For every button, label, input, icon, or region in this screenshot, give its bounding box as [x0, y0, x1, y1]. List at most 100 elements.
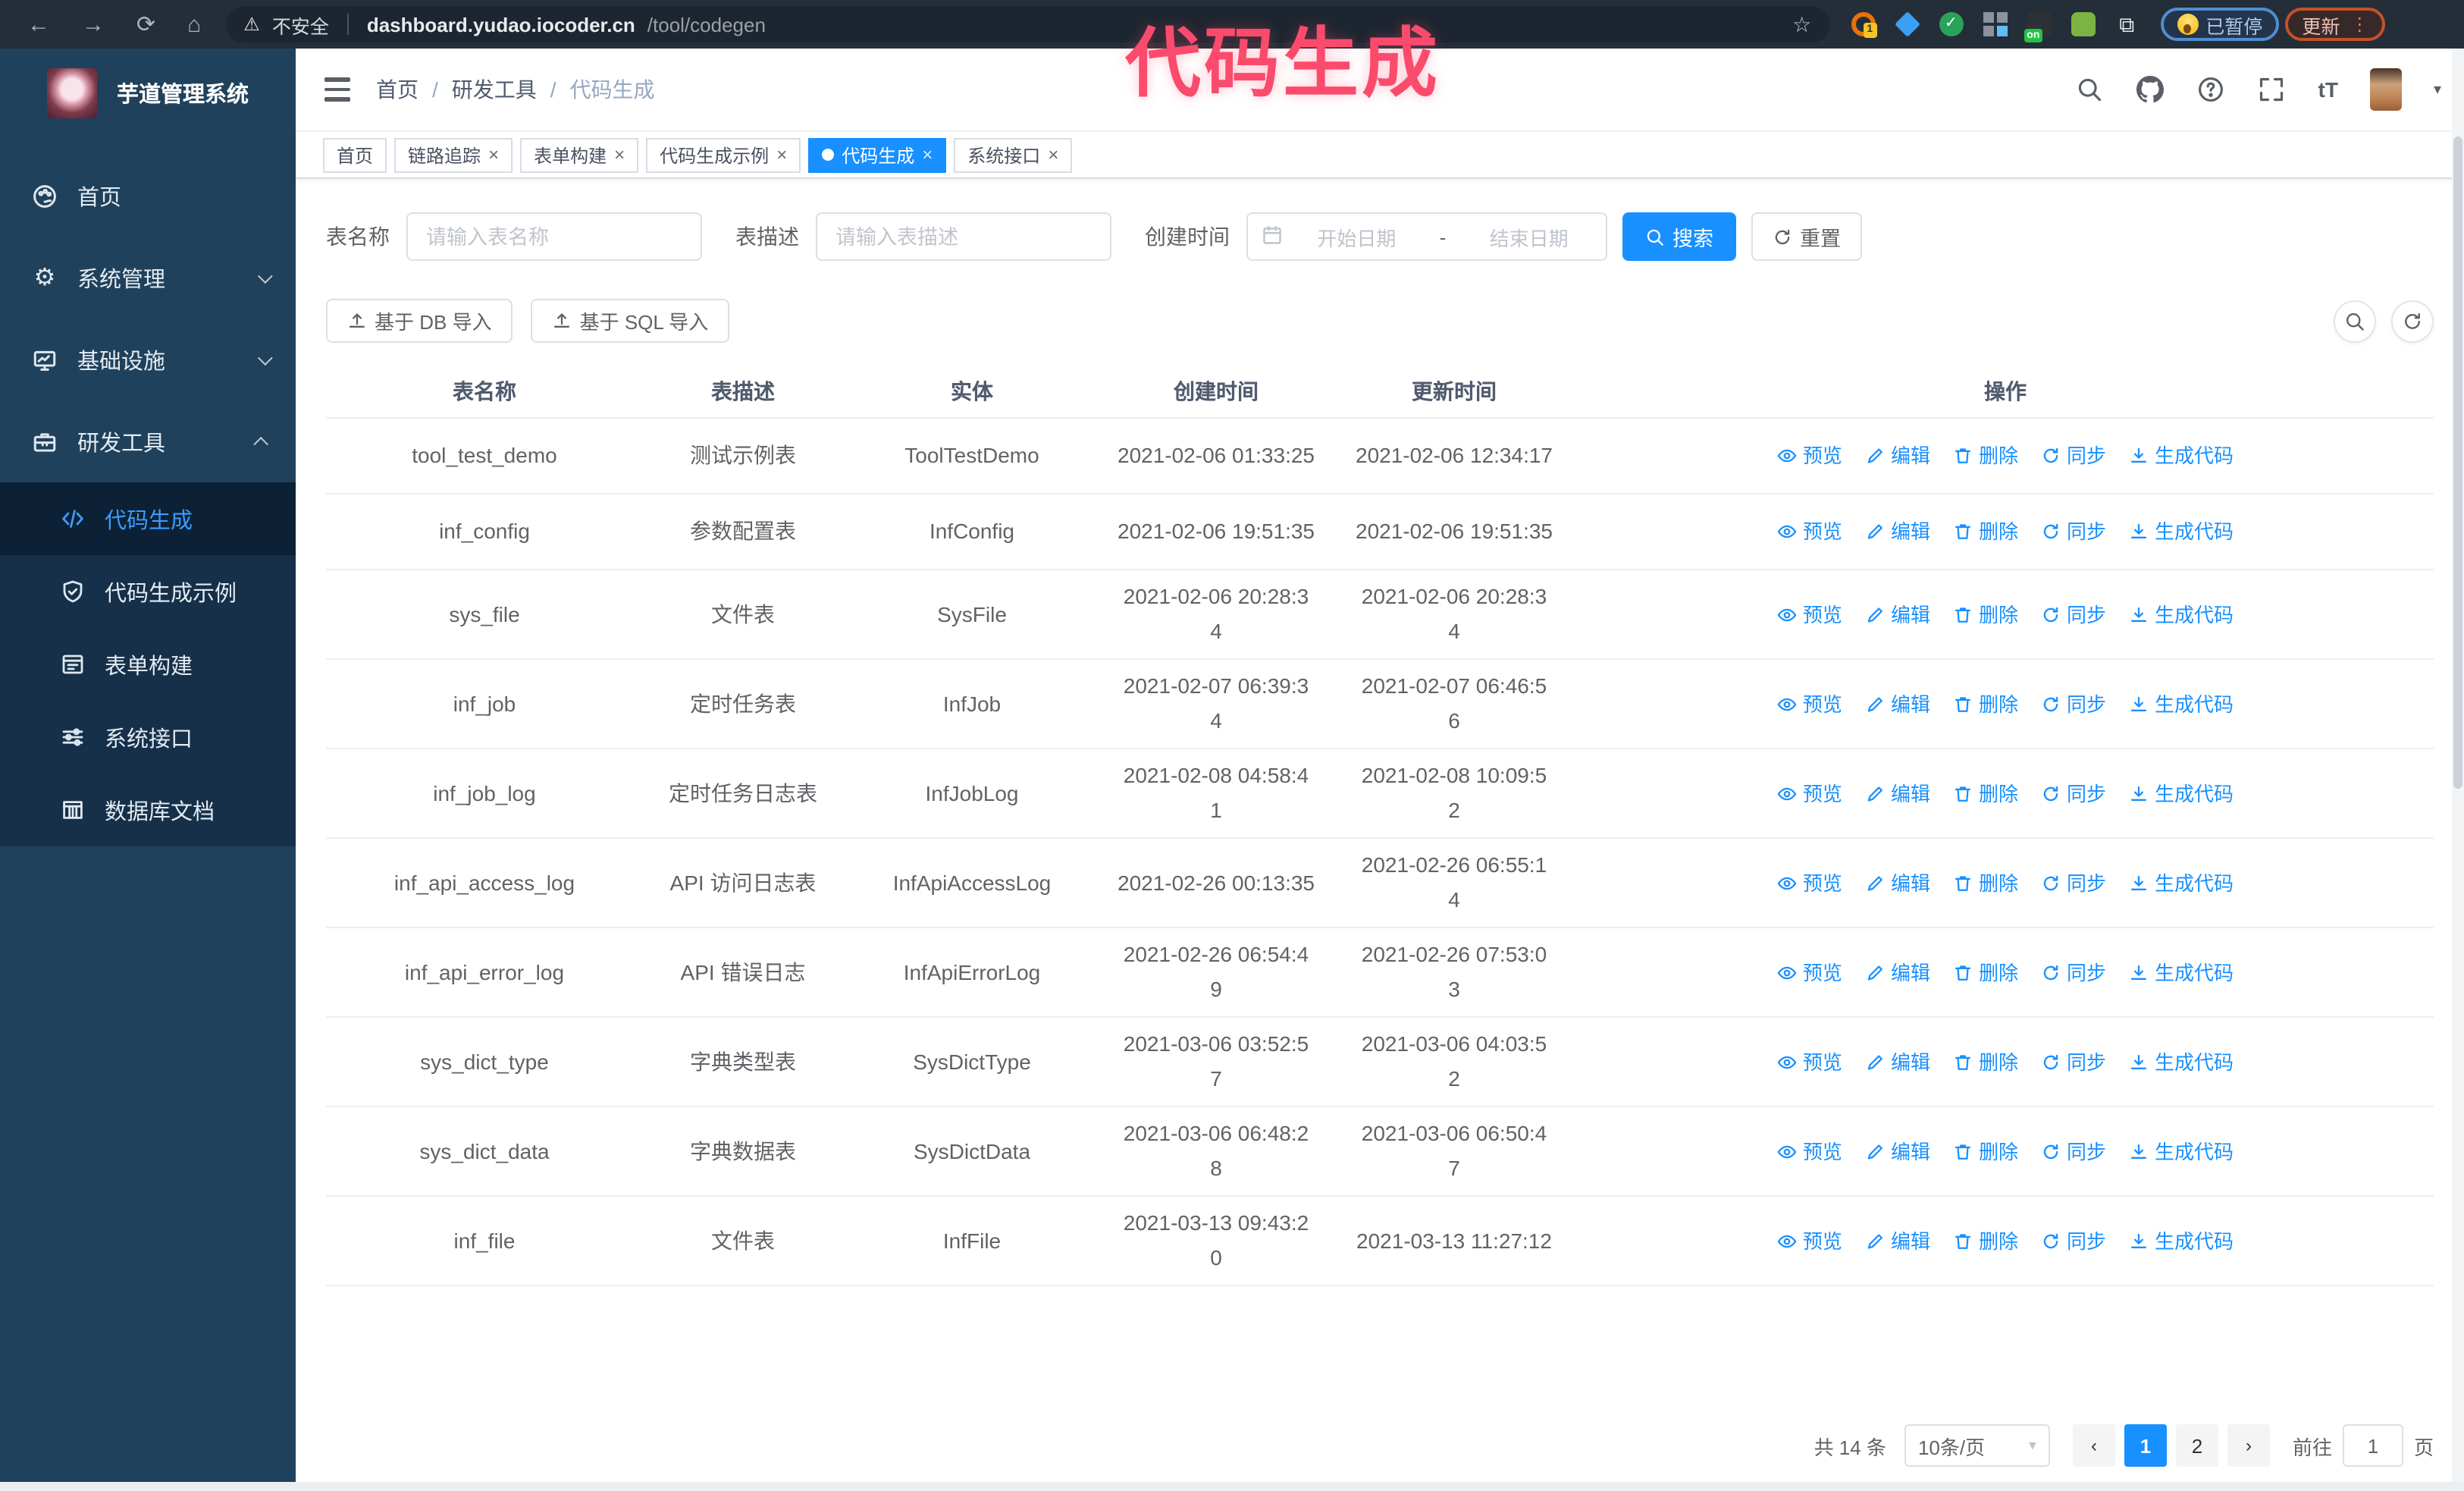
preview-link[interactable]: 预览 [1777, 1044, 1842, 1079]
edit-link[interactable]: 编辑 [1865, 1134, 1930, 1169]
delete-link[interactable]: 删除 [1953, 438, 2018, 473]
tab-close-icon[interactable]: × [488, 146, 499, 164]
fullscreen-icon[interactable] [2258, 75, 2287, 104]
delete-link[interactable]: 删除 [1953, 955, 2018, 990]
sidebar-item-codegen-example[interactable]: 代码生成示例 [0, 555, 296, 628]
preview-link[interactable]: 预览 [1777, 438, 1842, 473]
sync-link[interactable]: 同步 [2041, 776, 2106, 811]
edit-link[interactable]: 编辑 [1865, 686, 1930, 721]
extension-bot-icon[interactable] [2071, 12, 2096, 36]
tab-codegen[interactable]: 代码生成 × [808, 137, 947, 172]
date-range-picker[interactable]: 开始日期 - 结束日期 [1246, 212, 1607, 261]
generate-code-link[interactable]: 生成代码 [2129, 1044, 2234, 1079]
next-page-button[interactable]: › [2227, 1424, 2270, 1467]
edit-link[interactable]: 编辑 [1865, 955, 1930, 990]
extension-on-icon[interactable]: on [2024, 12, 2052, 42]
sidebar-item-devtools[interactable]: 研发工具 [0, 400, 296, 482]
prev-page-button[interactable]: ‹ [2072, 1424, 2115, 1467]
preview-link[interactable]: 预览 [1777, 1134, 1842, 1169]
delete-link[interactable]: 删除 [1953, 776, 2018, 811]
generate-code-link[interactable]: 生成代码 [2129, 438, 2234, 473]
edit-link[interactable]: 编辑 [1865, 776, 1930, 811]
back-icon[interactable]: ← [27, 13, 50, 36]
breadcrumb-home[interactable]: 首页 [376, 74, 419, 105]
sidebar-item-system[interactable]: ⚙ 系统管理 [0, 237, 296, 319]
page-button-1[interactable]: 1 [2124, 1424, 2167, 1467]
extension-diamond-icon[interactable] [1894, 11, 1920, 37]
tab-close-icon[interactable]: × [776, 146, 787, 164]
sync-link[interactable]: 同步 [2041, 1223, 2106, 1258]
preview-link[interactable]: 预览 [1777, 514, 1842, 549]
edit-link[interactable]: 编辑 [1865, 438, 1930, 473]
preview-link[interactable]: 预览 [1777, 1223, 1842, 1258]
import-db-button[interactable]: 基于 DB 导入 [326, 299, 513, 343]
delete-link[interactable]: 删除 [1953, 1134, 2018, 1169]
sync-link[interactable]: 同步 [2041, 597, 2106, 632]
reset-button[interactable]: 重置 [1751, 212, 1862, 261]
vertical-scrollbar[interactable] [2452, 49, 2464, 1482]
github-icon[interactable] [2136, 75, 2165, 104]
generate-code-link[interactable]: 生成代码 [2129, 514, 2234, 549]
tab-codegen-example[interactable]: 代码生成示例 × [646, 137, 801, 172]
help-icon[interactable] [2197, 75, 2226, 104]
sidebar-item-codegen[interactable]: 代码生成 [0, 482, 296, 555]
import-sql-button[interactable]: 基于 SQL 导入 [531, 299, 730, 343]
extension-orange-icon[interactable]: 1 [1851, 12, 1877, 38]
tab-close-icon[interactable]: × [1048, 146, 1058, 164]
tab-trace[interactable]: 链路追踪 × [394, 137, 513, 172]
bookmark-star-icon[interactable]: ☆ [1792, 11, 1811, 37]
font-size-icon[interactable]: tT [2318, 77, 2338, 102]
generate-code-link[interactable]: 生成代码 [2129, 865, 2234, 900]
preview-link[interactable]: 预览 [1777, 597, 1842, 632]
tab-close-icon[interactable]: × [922, 146, 933, 164]
sidebar-item-system-api[interactable]: 系统接口 [0, 701, 296, 774]
browser-menu-dots-icon[interactable]: ⋮ [2350, 14, 2368, 35]
user-avatar[interactable] [2369, 68, 2402, 111]
tab-form-builder[interactable]: 表单构建 × [520, 137, 639, 172]
search-button[interactable]: 搜索 [1622, 212, 1736, 261]
preview-link[interactable]: 预览 [1777, 686, 1842, 721]
sidebar-item-home[interactable]: 首页 [0, 155, 296, 237]
sync-link[interactable]: 同步 [2041, 1134, 2106, 1169]
generate-code-link[interactable]: 生成代码 [2129, 1223, 2234, 1258]
refresh-icon[interactable] [2391, 300, 2434, 342]
sync-link[interactable]: 同步 [2041, 865, 2106, 900]
extensions-puzzle-icon[interactable]: ⧉ [2114, 12, 2139, 36]
not-secure-label[interactable]: 不安全 [272, 10, 329, 39]
generate-code-link[interactable]: 生成代码 [2129, 686, 2234, 721]
profile-paused-badge[interactable]: 已暂停 [2160, 8, 2280, 41]
sync-link[interactable]: 同步 [2041, 955, 2106, 990]
delete-link[interactable]: 删除 [1953, 865, 2018, 900]
avatar-caret-down-icon[interactable]: ▾ [2434, 81, 2441, 98]
tab-system-api[interactable]: 系统接口 × [954, 137, 1073, 172]
url-bar[interactable]: ⚠ 不安全 dashboard.yudao.iocoder.cn/tool/co… [225, 6, 1830, 42]
extension-check-icon[interactable]: ✓ [1939, 12, 1964, 36]
delete-link[interactable]: 删除 [1953, 514, 2018, 549]
breadcrumb-devtools[interactable]: 研发工具 [452, 74, 537, 105]
sync-link[interactable]: 同步 [2041, 686, 2106, 721]
sidebar-item-infra[interactable]: 基础设施 [0, 319, 296, 400]
delete-link[interactable]: 删除 [1953, 597, 2018, 632]
reload-icon[interactable]: ⟳ [136, 13, 155, 36]
forward-icon[interactable]: → [82, 13, 105, 36]
edit-link[interactable]: 编辑 [1865, 1223, 1930, 1258]
preview-link[interactable]: 预览 [1777, 865, 1842, 900]
sync-link[interactable]: 同步 [2041, 1044, 2106, 1079]
sidebar-logo[interactable]: 芋道管理系统 [0, 49, 296, 137]
preview-link[interactable]: 预览 [1777, 776, 1842, 811]
delete-link[interactable]: 删除 [1953, 1223, 2018, 1258]
hamburger-icon[interactable] [296, 77, 376, 102]
sidebar-item-form-builder[interactable]: 表单构建 [0, 628, 296, 701]
scrollbar-thumb[interactable] [2453, 137, 2462, 789]
generate-code-link[interactable]: 生成代码 [2129, 1134, 2234, 1169]
generate-code-link[interactable]: 生成代码 [2129, 776, 2234, 811]
edit-link[interactable]: 编辑 [1865, 514, 1930, 549]
tab-home[interactable]: 首页 [323, 137, 387, 172]
table-name-input[interactable] [406, 212, 702, 261]
extension-grid-icon[interactable] [1983, 12, 2008, 36]
sync-link[interactable]: 同步 [2041, 514, 2106, 549]
delete-link[interactable]: 删除 [1953, 686, 2018, 721]
search-icon[interactable] [2076, 75, 2105, 104]
page-button-2[interactable]: 2 [2175, 1424, 2218, 1467]
home-icon[interactable]: ⌂ [187, 13, 201, 36]
